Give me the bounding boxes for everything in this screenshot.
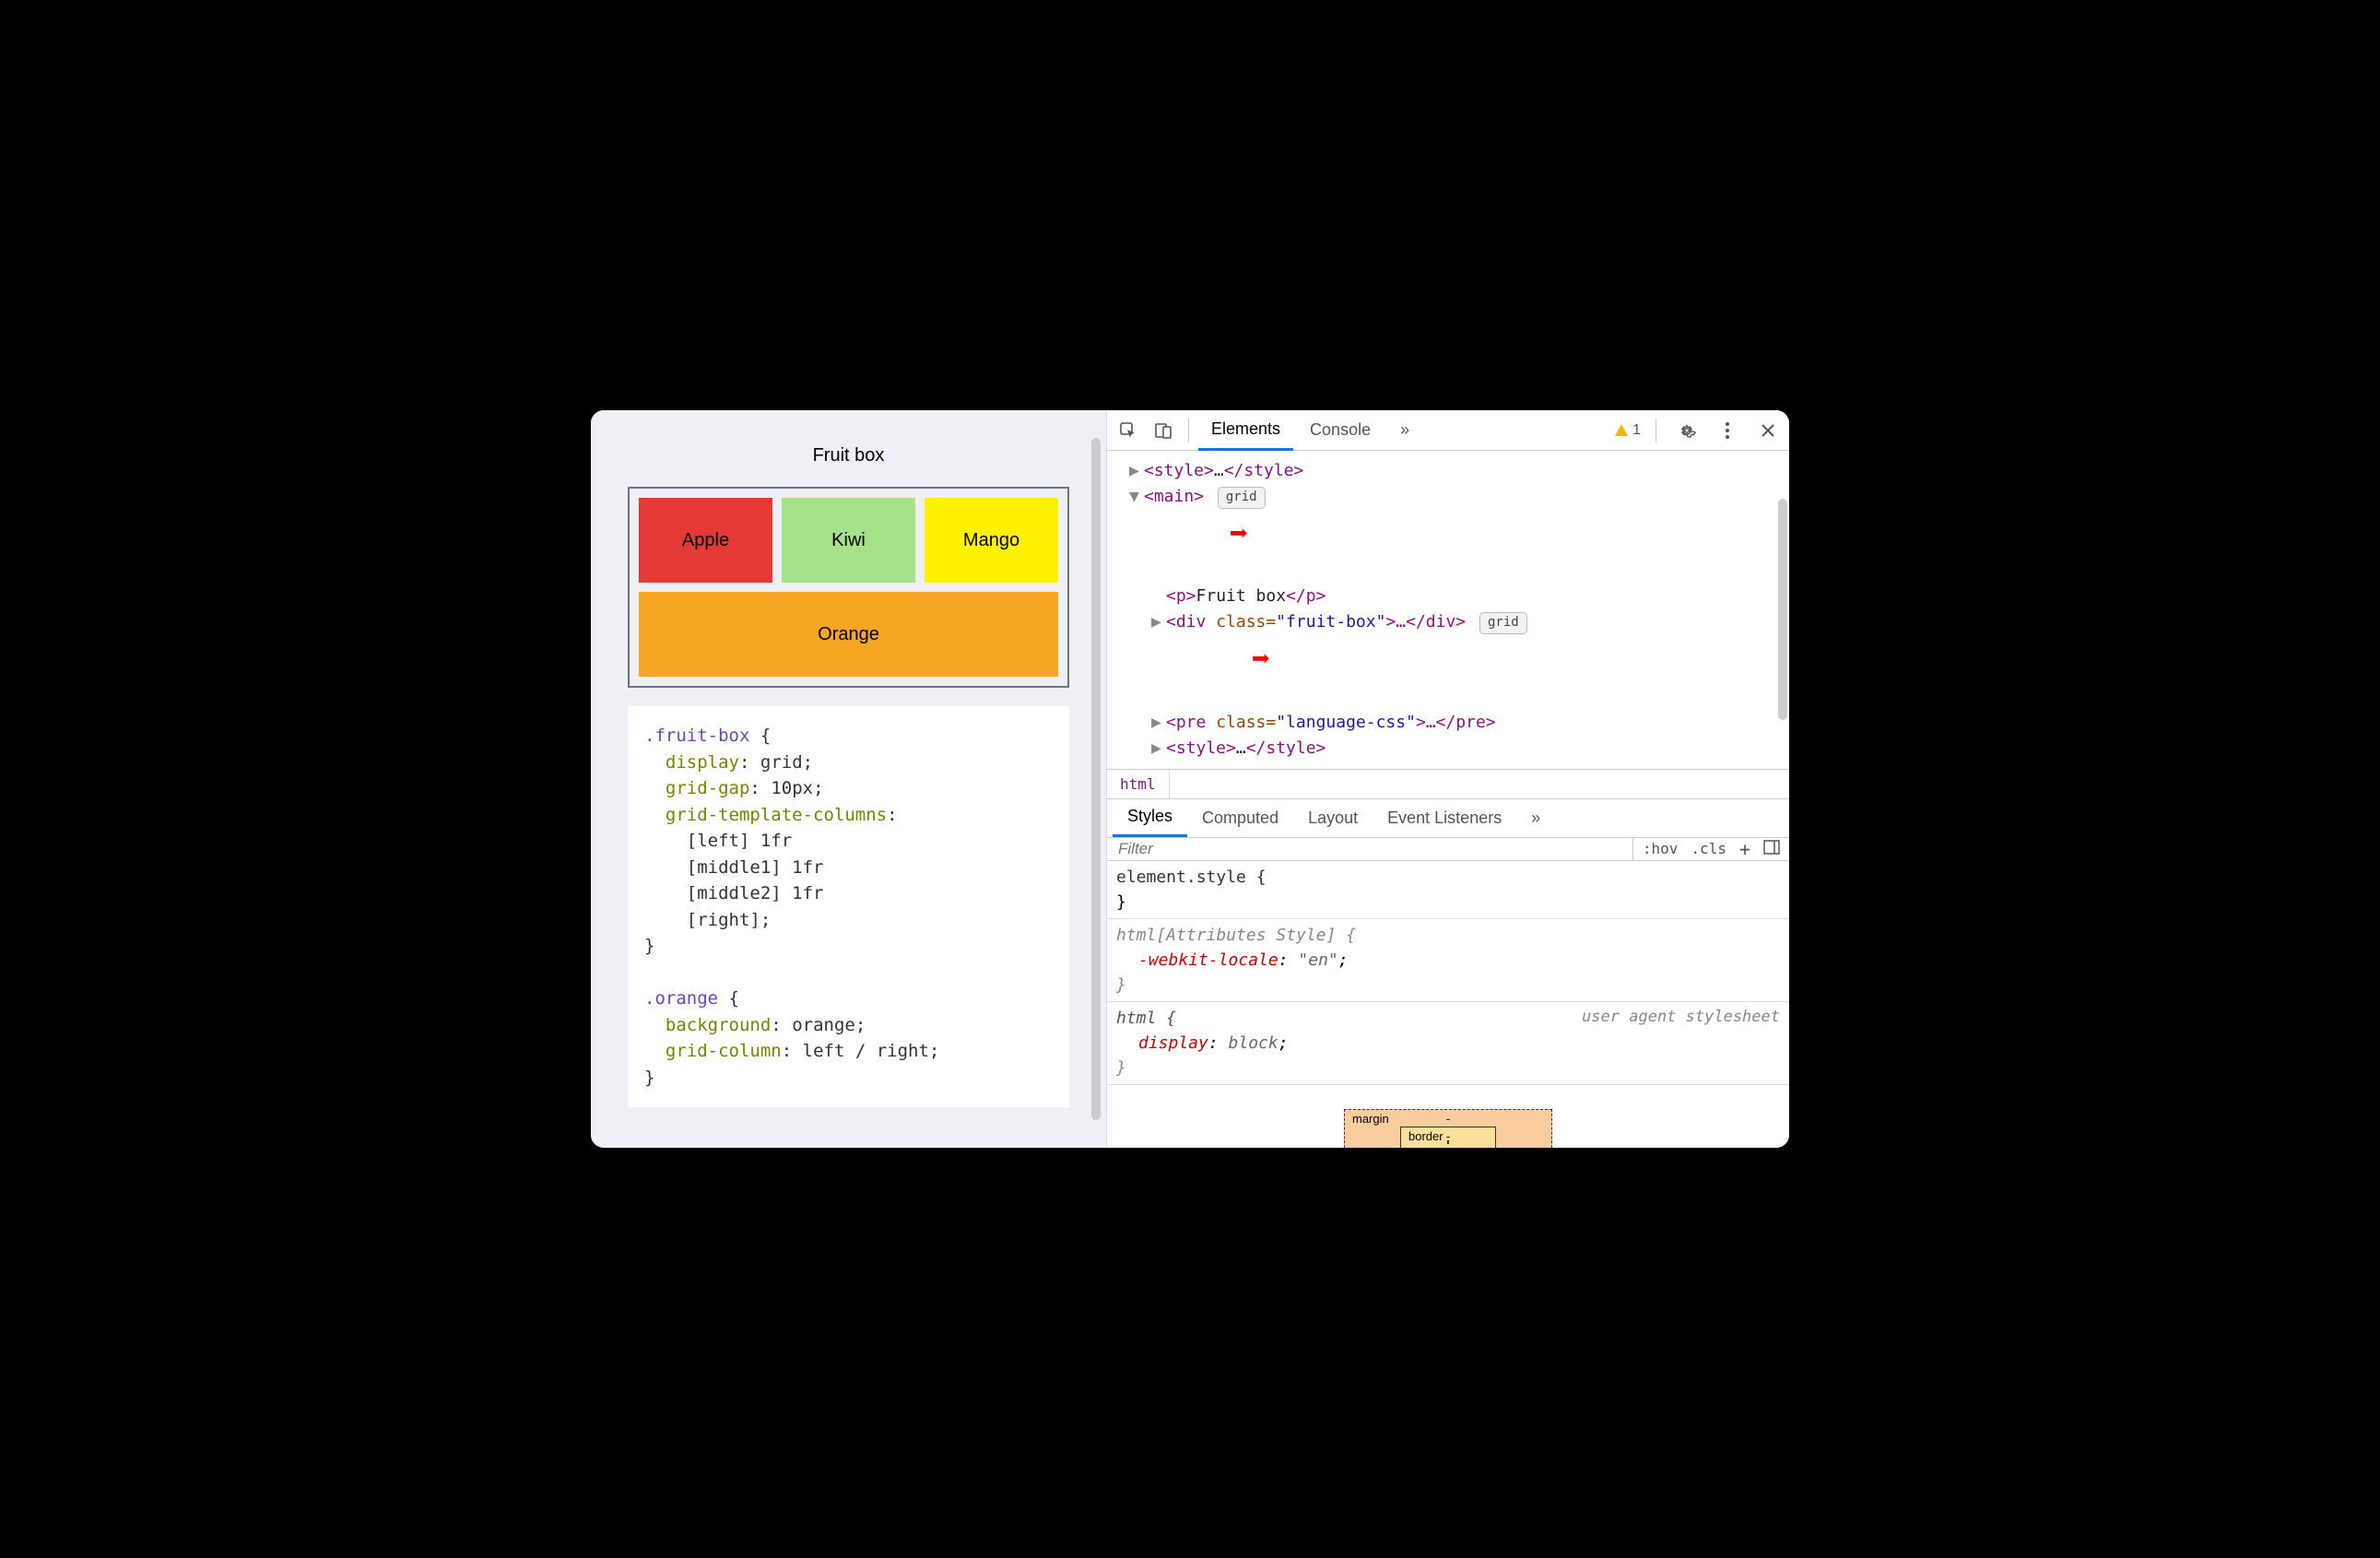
code-prop: grid-template-columns xyxy=(666,805,887,825)
app-window: Fruit box Apple Kiwi Mango Orange .fruit… xyxy=(591,410,1789,1148)
dom-tag[interactable]: <style> xyxy=(1144,461,1214,480)
styles-tabbar: Styles Computed Layout Event Listeners » xyxy=(1107,799,1789,838)
bm-border-label: border xyxy=(1408,1129,1443,1143)
box-model: margin - border - xyxy=(1107,1085,1789,1149)
box-model-border[interactable]: border - xyxy=(1400,1127,1496,1149)
tab-console[interactable]: Console xyxy=(1297,410,1384,451)
code-val: [right] xyxy=(687,910,760,930)
rule-prop: -webkit-locale xyxy=(1138,950,1278,970)
css-code-panel: .fruit-box { display: grid; grid-gap: 10… xyxy=(628,706,1069,1107)
tab-elements[interactable]: Elements xyxy=(1198,410,1293,451)
dom-tag[interactable]: <p> xyxy=(1166,586,1196,606)
code-val: [middle2] 1fr xyxy=(687,883,824,903)
tab-more[interactable]: » xyxy=(1387,410,1422,451)
dom-tag[interactable]: <pre xyxy=(1166,713,1216,732)
tab-layout[interactable]: Layout xyxy=(1293,798,1373,837)
breadcrumb[interactable]: html xyxy=(1107,769,1789,799)
dom-tag[interactable]: </style> xyxy=(1246,738,1326,758)
warnings-badge[interactable]: 1 xyxy=(1614,422,1641,439)
fruit-apple: Apple xyxy=(639,498,772,583)
rule-val: "en" xyxy=(1298,950,1337,970)
warning-count: 1 xyxy=(1632,422,1641,439)
code-selector: .orange xyxy=(644,988,718,1009)
dom-tag[interactable]: </p> xyxy=(1286,586,1325,606)
tab-styles-more[interactable]: » xyxy=(1516,798,1555,837)
new-rule-button[interactable]: + xyxy=(1739,838,1750,860)
code-prop: grid-gap xyxy=(666,778,750,798)
devtools-toolbar: Elements Console » 1 xyxy=(1107,410,1789,451)
annotation-arrow-icon: ➡ xyxy=(1252,641,1270,678)
box-model-margin[interactable]: margin - border - xyxy=(1344,1109,1552,1149)
code-prop: display xyxy=(666,752,739,773)
bm-margin-label: margin xyxy=(1352,1112,1389,1126)
devtools-pane: Elements Console » 1 xyxy=(1107,410,1789,1148)
fruit-orange: Orange xyxy=(639,592,1058,677)
cls-toggle[interactable]: .cls xyxy=(1691,840,1726,857)
code-val: [left] 1fr xyxy=(687,831,792,851)
code-selector: .fruit-box xyxy=(644,726,749,746)
style-rules[interactable]: element.style { } html[Attributes Style]… xyxy=(1107,861,1789,1085)
rule-val: block xyxy=(1229,1033,1278,1053)
code-prop: grid-column xyxy=(666,1041,782,1061)
code-val: 10px xyxy=(771,778,813,798)
tab-listeners[interactable]: Event Listeners xyxy=(1373,798,1516,837)
fruit-kiwi: Kiwi xyxy=(782,498,915,583)
dom-tree[interactable]: ▶<style>…</style> ▼<main> grid ➡ <p>Frui… xyxy=(1107,451,1789,769)
kebab-icon[interactable] xyxy=(1712,415,1743,446)
dom-tag[interactable]: <div xyxy=(1166,612,1216,631)
styles-filter-input[interactable] xyxy=(1107,840,1632,858)
dom-tag[interactable]: <style> xyxy=(1166,738,1236,758)
sidebar-toggle-icon[interactable] xyxy=(1763,840,1780,858)
gear-icon[interactable] xyxy=(1671,415,1703,446)
fruit-mango: Mango xyxy=(925,498,1058,583)
code-val: left / right xyxy=(803,1041,929,1061)
rule-html-attr[interactable]: html[Attributes Style] { -webkit-locale:… xyxy=(1107,919,1789,1002)
grid-badge[interactable]: grid xyxy=(1479,612,1527,634)
code-val: orange xyxy=(792,1015,855,1035)
breadcrumb-item[interactable]: html xyxy=(1107,770,1170,798)
rule-source: user agent stylesheet xyxy=(1582,1006,1780,1030)
code-prop: background xyxy=(666,1015,771,1035)
code-val: [middle1] 1fr xyxy=(687,857,824,878)
close-icon[interactable] xyxy=(1752,415,1784,446)
device-toggle-icon[interactable] xyxy=(1148,415,1179,446)
styles-filter-row: :hov .cls + xyxy=(1107,838,1789,861)
scrollbar[interactable] xyxy=(1091,438,1101,1120)
annotation-arrow-icon: ➡ xyxy=(1230,515,1248,552)
rule-prop: display xyxy=(1138,1033,1208,1053)
code-val: grid xyxy=(760,752,803,773)
fruit-box-grid: Apple Kiwi Mango Orange xyxy=(628,487,1069,688)
dom-tag[interactable]: </style> xyxy=(1224,461,1304,480)
rule-html-ua[interactable]: user agent stylesheet html { display: bl… xyxy=(1107,1002,1789,1085)
rule-element-style[interactable]: element.style { } xyxy=(1107,861,1789,919)
tab-styles[interactable]: Styles xyxy=(1113,798,1187,837)
hov-toggle[interactable]: :hov xyxy=(1643,840,1679,857)
tab-computed[interactable]: Computed xyxy=(1187,798,1293,837)
inspect-icon[interactable] xyxy=(1113,415,1144,446)
dom-tag-main[interactable]: <main> xyxy=(1144,487,1204,506)
grid-badge[interactable]: grid xyxy=(1218,487,1266,509)
page-preview-pane: Fruit box Apple Kiwi Mango Orange .fruit… xyxy=(591,410,1107,1148)
page-title: Fruit box xyxy=(628,445,1069,466)
